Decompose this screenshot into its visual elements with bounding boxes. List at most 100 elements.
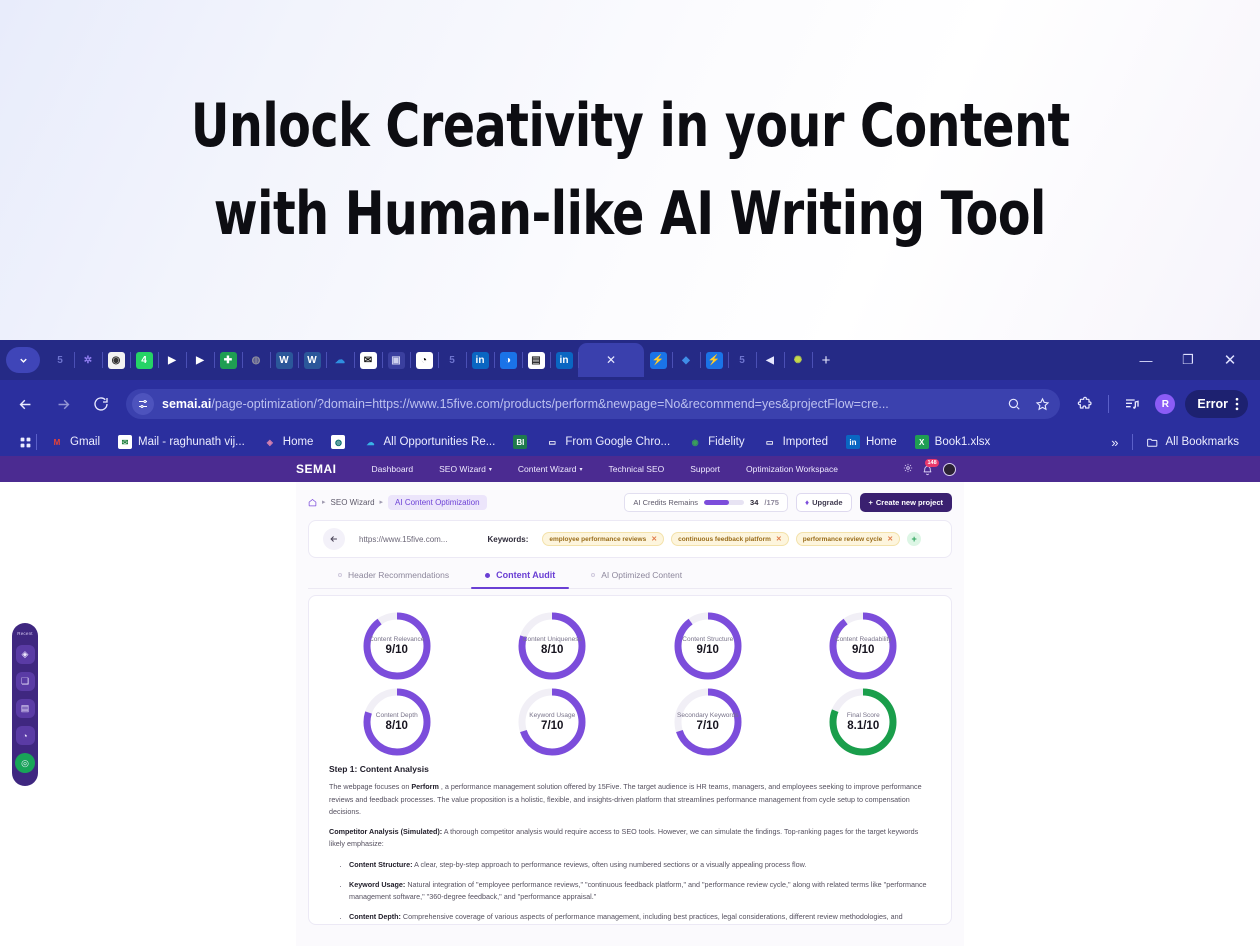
tab-content-audit[interactable]: Content Audit — [467, 570, 573, 589]
keyword-chip[interactable]: performance review cycle ✕ — [795, 532, 901, 546]
score-ring-cell: Content Readability 9/10 — [786, 610, 942, 682]
bookmark-item[interactable]: M Gmail — [41, 431, 109, 453]
browser-tab[interactable]: ✚ — [214, 343, 243, 377]
bookmark-item[interactable]: BI — [504, 431, 536, 453]
semai-logo[interactable]: SEMAI — [296, 462, 337, 476]
browser-tab[interactable]: ◔ — [410, 343, 439, 377]
browser-tab[interactable]: ✺ — [784, 343, 813, 377]
browser-tab[interactable]: ☁ — [326, 343, 355, 377]
window-close-icon[interactable]: ✕ — [1222, 352, 1238, 369]
browser-tab[interactable]: ⚡ — [700, 343, 729, 377]
browser-tab[interactable]: W — [298, 343, 327, 377]
forward-button[interactable] — [50, 391, 76, 417]
close-icon[interactable]: ✕ — [606, 353, 616, 367]
extensions-icon[interactable] — [1072, 391, 1098, 417]
active-tab[interactable]: ✕ — [578, 343, 644, 377]
bookmark-item[interactable]: ▭ From Google Chro... — [536, 431, 679, 453]
browser-tab[interactable]: ⚡ — [644, 343, 673, 377]
site-settings-icon[interactable] — [132, 393, 154, 415]
bookmark-item[interactable]: ◈ Home — [254, 431, 323, 453]
nav-item-label: Technical SEO — [608, 464, 665, 474]
tab-search-chevron-icon[interactable] — [6, 347, 40, 373]
bookmarks-overflow-button[interactable]: » — [1102, 431, 1127, 453]
reload-button[interactable] — [88, 391, 114, 417]
bookmark-item[interactable]: X Book1.xlsx — [906, 431, 1000, 453]
add-keyword-button[interactable]: + — [907, 532, 922, 546]
ai-credits-indicator: AI Credits Remains 34 /175 — [624, 492, 788, 512]
bookmark-star-icon[interactable] — [1032, 394, 1052, 414]
browser-tab[interactable]: ◍ — [242, 343, 271, 377]
browser-tab[interactable]: 5 — [46, 343, 75, 377]
dock-card-icon[interactable]: ▤ — [15, 699, 35, 718]
browser-tab[interactable]: W — [270, 343, 299, 377]
url-text[interactable]: semai.ai/page-optimization/?domain=https… — [162, 397, 996, 411]
create-new-project-button[interactable]: + Create new project — [859, 492, 952, 512]
browser-tab[interactable]: ◆ — [672, 343, 701, 377]
browser-tab[interactable]: ✉ — [354, 343, 383, 377]
dock-chat-icon[interactable]: ◎ — [15, 753, 35, 773]
address-bar[interactable]: semai.ai/page-optimization/?domain=https… — [126, 389, 1061, 419]
browser-tab[interactable]: ▣ — [382, 343, 411, 377]
minimize-icon[interactable]: — — [1138, 352, 1154, 368]
bookmark-item[interactable]: ☁ All Opportunities Re... — [354, 431, 504, 453]
remove-keyword-icon[interactable]: ✕ — [887, 535, 893, 543]
dock-title: Recent — [17, 631, 33, 636]
remove-keyword-icon[interactable]: ✕ — [651, 535, 657, 543]
browser-tab[interactable]: ◑ — [494, 343, 523, 377]
browser-tab[interactable]: ◉ — [102, 343, 131, 377]
play-icon-2: ▶ — [191, 351, 209, 369]
gear-icon[interactable] — [903, 460, 913, 478]
browser-tab[interactable]: ✲ — [74, 343, 103, 377]
bookmark-item[interactable]: ▭ Imported — [754, 431, 837, 453]
profile-avatar[interactable]: R — [1155, 394, 1176, 414]
target-url-value[interactable]: https://www.15five.com... — [359, 535, 447, 544]
restore-icon[interactable]: ❐ — [1180, 352, 1196, 368]
browser-tab[interactable]: ▶ — [158, 343, 187, 377]
error-menu-button[interactable]: Error — [1185, 390, 1248, 418]
browser-tab[interactable]: in — [466, 343, 495, 377]
browser-tab[interactable]: 5 — [728, 343, 757, 377]
bookmark-item[interactable]: ◉ Fidelity — [679, 431, 753, 453]
score-value: 9/10 — [852, 644, 875, 656]
recent-dock: Recent ◈ ❏ ▤ ◔ ◎ — [12, 623, 38, 786]
app-navbar: SEMAI Dashboard SEO Wizard ▾ Content Wizard… — [0, 456, 1260, 482]
upgrade-button[interactable]: ♦ Upgrade — [795, 492, 852, 512]
browser-tab[interactable]: in — [550, 343, 579, 377]
back-button[interactable] — [323, 528, 345, 550]
search-icon[interactable] — [1004, 394, 1024, 414]
folder-icon — [1146, 435, 1160, 449]
home-icon[interactable] — [308, 498, 317, 507]
tab-header-recommendations[interactable]: Header Recommendations — [320, 570, 467, 589]
keyword-chip[interactable]: continuous feedback platform ✕ — [671, 532, 789, 546]
browser-tab[interactable]: 4 — [130, 343, 159, 377]
bookmark-item[interactable]: ✉ Mail - raghunath vij... — [109, 431, 254, 453]
dock-pie-clock-icon[interactable]: ◔ — [15, 726, 35, 745]
nav-item-optimization-workspace[interactable]: Optimization Workspace — [733, 464, 851, 474]
browser-tab[interactable]: ◀ — [756, 343, 785, 377]
chevron-down-icon: ▾ — [579, 466, 583, 473]
dock-copy-link-icon[interactable]: ❏ — [15, 672, 35, 691]
bookmark-item[interactable]: ◍ — [322, 431, 354, 453]
browser-tab[interactable]: 5 — [438, 343, 467, 377]
apps-grid-icon[interactable] — [18, 435, 32, 449]
new-tab-button[interactable]: + — [812, 343, 840, 377]
remove-keyword-icon[interactable]: ✕ — [776, 535, 782, 543]
dock-layers-icon[interactable]: ◈ — [15, 645, 35, 664]
keyword-chip[interactable]: employee performance reviews ✕ — [542, 532, 665, 546]
nav-item-seo-wizard[interactable]: SEO Wizard ▾ — [426, 464, 505, 474]
nav-item-support[interactable]: Support — [677, 464, 733, 474]
back-button[interactable] — [12, 391, 38, 417]
create-label: Create new project — [875, 497, 943, 507]
breadcrumb-seo-wizard[interactable]: SEO Wizard — [331, 498, 375, 507]
tab-ai-optimized-content[interactable]: AI Optimized Content — [573, 570, 700, 589]
notifications-bell[interactable]: 148 — [922, 459, 940, 476]
user-avatar[interactable] — [943, 462, 956, 476]
reading-list-icon[interactable] — [1119, 391, 1145, 417]
browser-tab[interactable]: ▶ — [186, 343, 215, 377]
nav-item-content-wizard[interactable]: Content Wizard ▾ — [505, 464, 596, 474]
browser-tab[interactable]: ▤ — [522, 343, 551, 377]
all-bookmarks-button[interactable]: All Bookmarks — [1137, 431, 1249, 453]
nav-item-dashboard[interactable]: Dashboard — [359, 464, 427, 474]
bookmark-item[interactable]: in Home — [837, 431, 906, 453]
nav-item-technical-seo[interactable]: Technical SEO — [596, 464, 678, 474]
